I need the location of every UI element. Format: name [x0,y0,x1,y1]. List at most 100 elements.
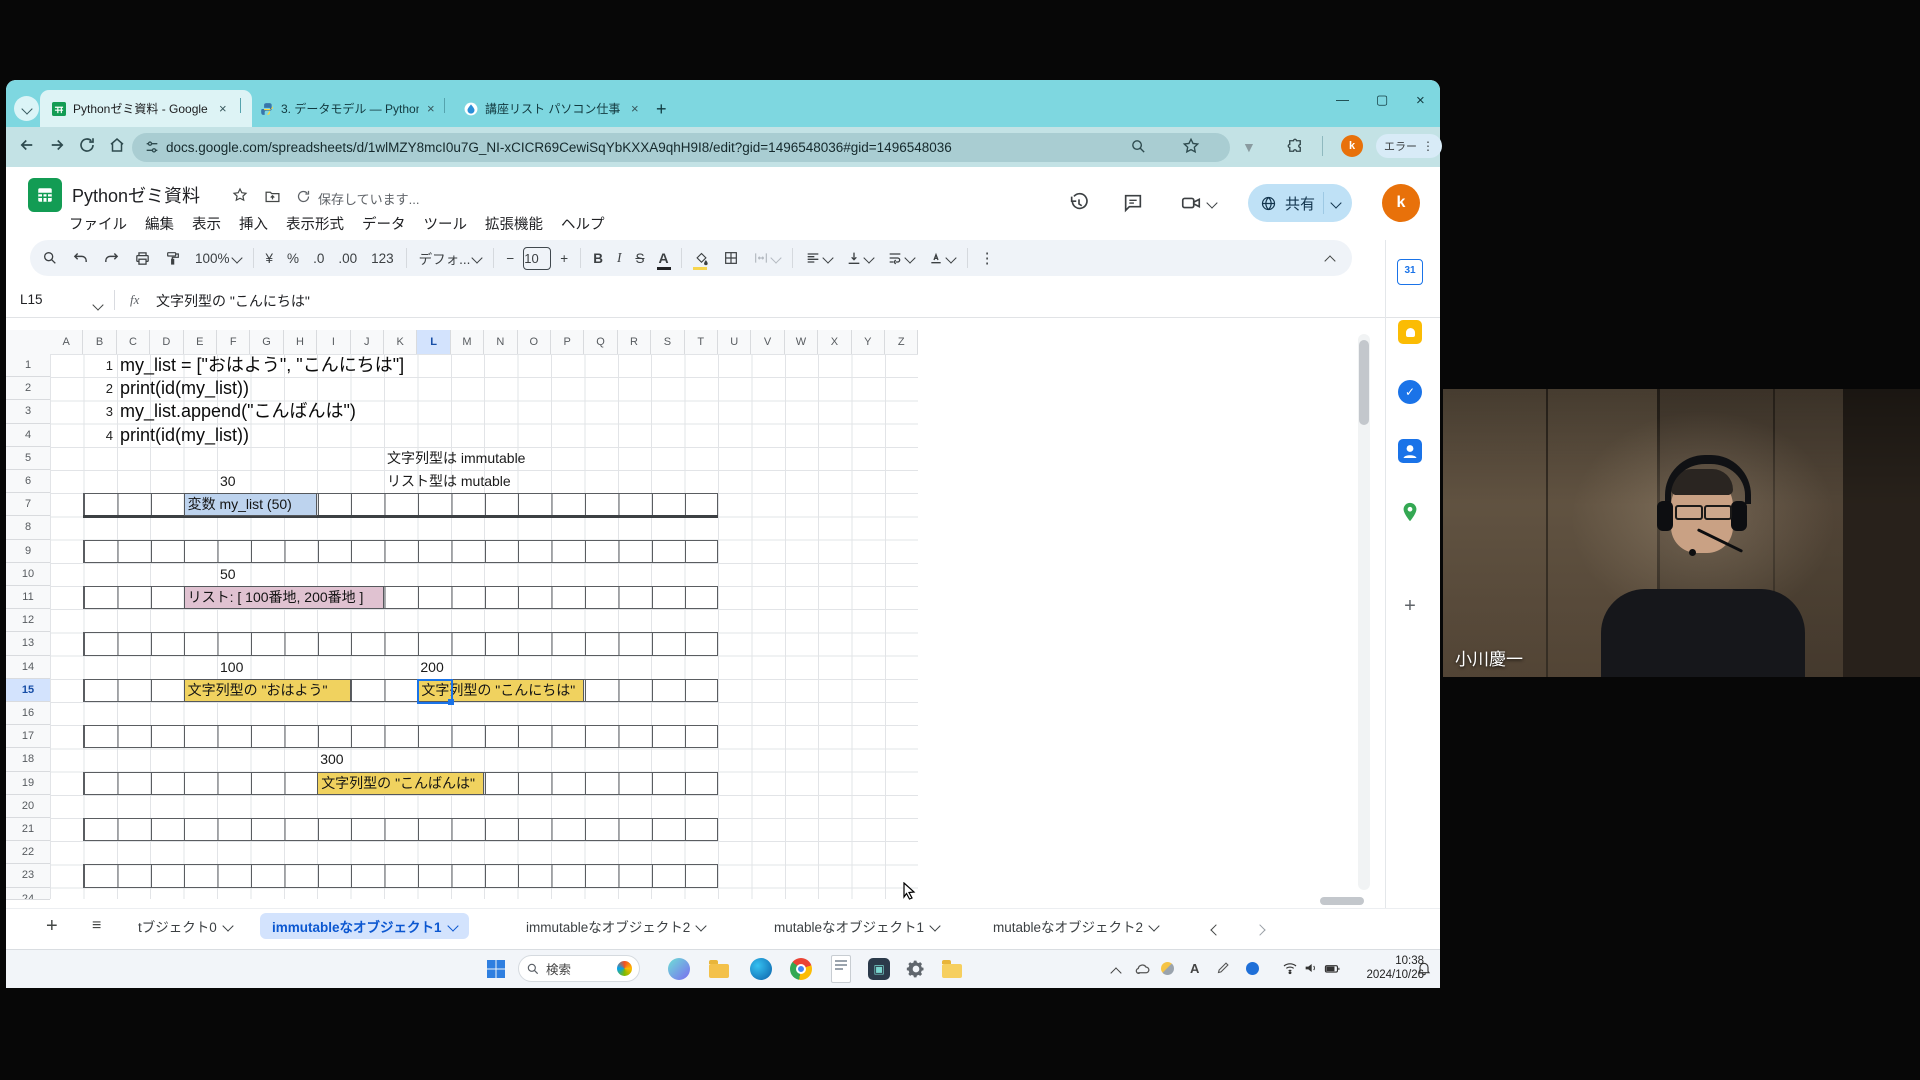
sheet-tab-menu-icon[interactable] [1148,920,1159,931]
decrease-font-button[interactable]: − [506,251,514,266]
row-header-4[interactable]: 4 [6,424,50,447]
row-header-5[interactable]: 5 [6,447,50,470]
share-button[interactable]: 共有 [1248,184,1352,222]
font-select[interactable]: デフォ... [419,248,482,268]
back-icon[interactable] [18,136,36,154]
row-header-1[interactable]: 1 [6,354,50,377]
taskbar-app-copilot[interactable] [666,956,692,982]
move-folder-icon[interactable] [264,188,281,205]
side-panel-add-icon[interactable]: + [1396,592,1424,620]
horizontal-align-button[interactable] [805,250,832,266]
comment-icon[interactable] [1122,192,1144,214]
zoom-select[interactable]: 100% [195,251,241,266]
sheet-scroll-left-icon[interactable] [1212,921,1220,939]
share-dropdown-icon[interactable] [1330,197,1341,208]
row-header-23[interactable]: 23 [6,864,50,887]
fill-handle[interactable] [448,699,454,705]
notifications-bell-icon[interactable] [1416,960,1432,976]
annotation-cell-K6[interactable]: リスト型は mutable [387,470,511,493]
menu-ファイル[interactable]: ファイル [60,213,136,234]
menu-編集[interactable]: 編集 [136,213,183,234]
column-header-Z[interactable]: Z [885,330,918,354]
extensions-puzzle-icon[interactable] [1286,137,1304,155]
browser-profile-avatar[interactable]: k [1341,135,1363,157]
taskbar-app-explorer[interactable] [706,956,732,982]
formula-input[interactable]: 文字列型の "こんにちは" [156,291,310,311]
sheet-scroll-right-icon[interactable] [1256,921,1264,939]
row-header-21[interactable]: 21 [6,818,50,841]
row-header-17[interactable]: 17 [6,725,50,748]
number-cell-I18[interactable]: 300 [320,748,343,771]
column-header-I[interactable]: I [317,330,350,354]
taskbar-app-chrome[interactable] [788,956,814,982]
battery-icon[interactable] [1324,960,1341,977]
window-maximize-button[interactable]: ▢ [1376,92,1388,108]
column-header-N[interactable]: N [484,330,517,354]
browser-menu-icon[interactable]: ⋮ [1422,139,1434,153]
tab-close-icon[interactable]: × [427,101,435,116]
site-settings-icon[interactable] [144,139,160,155]
increase-decimal-button[interactable]: .00 [338,251,357,266]
name-box[interactable]: L15 [20,292,43,307]
column-header-U[interactable]: U [718,330,751,354]
value-box-E7[interactable]: 変数 my_list (50) [184,493,318,516]
menu-ヘルプ[interactable]: ヘルプ [552,213,614,234]
column-header-T[interactable]: T [685,330,718,354]
merge-cells-button[interactable] [753,250,780,266]
sheets-logo[interactable] [28,178,62,212]
taskbar-app-notepad[interactable] [828,956,854,982]
row-header-14[interactable]: 14 [6,656,50,679]
row-header-22[interactable]: 22 [6,841,50,864]
toolbar-overflow-icon[interactable]: ⋮ [980,249,995,267]
url-text[interactable]: docs.google.com/spreadsheets/d/1wlMZY8mc… [166,134,952,161]
paint-format-icon[interactable] [165,250,181,266]
undo-icon[interactable] [72,250,89,267]
forward-icon[interactable] [48,136,66,154]
weather-icon[interactable] [1161,962,1174,975]
window-minimize-button[interactable]: — [1336,92,1349,107]
column-header-V[interactable]: V [751,330,784,354]
version-history-icon[interactable] [1068,192,1090,214]
number-cell-F10[interactable]: 50 [220,563,236,586]
all-sheets-icon[interactable]: ≡ [92,917,101,935]
extension-v-icon[interactable]: ▼ [1242,139,1256,155]
tab-close-icon[interactable]: × [631,101,639,116]
row-header-15[interactable]: 15 [6,679,50,702]
row-header-24[interactable]: 24 [6,888,50,900]
taskbar-search-box[interactable]: 検索 [518,955,640,982]
text-color-button[interactable]: A [658,250,668,266]
sheet-tab-tブジェクト0[interactable]: tブジェクト0 [126,913,244,939]
document-title[interactable]: Pythonゼミ資料 [72,182,200,208]
volume-icon[interactable] [1303,960,1319,976]
select-all-corner[interactable] [6,330,51,355]
tab-close-icon[interactable]: × [219,101,227,116]
start-button[interactable] [486,959,506,979]
side-panel-contacts-icon[interactable] [1396,437,1424,465]
vertical-scrollbar-thumb[interactable] [1359,340,1369,425]
toolbar-search-icon[interactable] [42,250,58,266]
row-header-2[interactable]: 2 [6,377,50,400]
sheet-tab-menu-icon[interactable] [222,920,233,931]
print-icon[interactable] [134,250,151,267]
star-icon[interactable] [232,187,248,203]
column-header-E[interactable]: E [184,330,217,354]
format-currency-button[interactable]: ¥ [266,251,274,266]
strikethrough-button[interactable]: S [635,251,644,266]
sheet-tab-mutableなオブジェクト2[interactable]: mutableなオブジェクト2 [981,913,1170,939]
side-panel-maps-icon[interactable] [1396,498,1424,526]
browser-tab[interactable]: 3. データモデル — Python 3.13.0× [248,90,450,127]
column-header-C[interactable]: C [117,330,150,354]
menu-ツール[interactable]: ツール [415,213,477,234]
row-header-12[interactable]: 12 [6,609,50,632]
italic-button[interactable]: I [617,250,622,266]
format-percent-button[interactable]: % [287,251,299,266]
row-header-13[interactable]: 13 [6,632,50,655]
side-panel-calendar-icon[interactable]: 31 [1396,258,1424,286]
menu-表示[interactable]: 表示 [183,213,230,234]
row-header-9[interactable]: 9 [6,540,50,563]
tray-overflow-icon[interactable] [1112,964,1120,982]
vertical-align-button[interactable] [846,250,873,266]
decrease-decimal-button[interactable]: .0 [313,251,324,266]
home-icon[interactable] [108,136,126,154]
bold-button[interactable]: B [593,251,603,266]
